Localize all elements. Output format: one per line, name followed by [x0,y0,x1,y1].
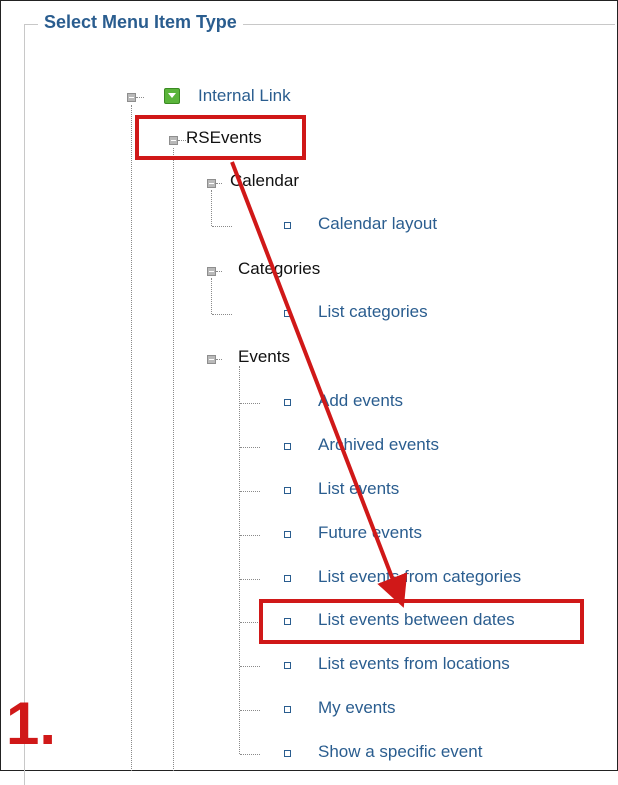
menu-item-future-events[interactable]: Future events [318,523,422,543]
menu-item-list-categories[interactable]: List categories [318,302,428,322]
menu-item-show-a-specific-event[interactable]: Show a specific event [318,742,482,762]
tree-node-calendar[interactable]: Calendar [230,171,299,191]
highlight-box-rsevents [135,115,306,160]
collapse-toggle-internal-link[interactable] [127,93,136,102]
leaf-bullet-icon [284,399,291,406]
tree-node-categories[interactable]: Categories [238,259,320,279]
collapse-toggle-categories[interactable] [207,267,216,276]
leaf-bullet-icon [284,662,291,669]
collapse-toggle-calendar[interactable] [207,179,216,188]
leaf-bullet-icon [284,310,291,317]
leaf-bullet-icon [284,531,291,538]
menu-item-list-events[interactable]: List events [318,479,399,499]
leaf-bullet-icon [284,706,291,713]
menu-item-archived-events[interactable]: Archived events [318,435,439,455]
menu-item-list-events-from-locations[interactable]: List events from locations [318,654,510,674]
step-number-label: 1. [6,690,57,757]
leaf-bullet-icon [284,443,291,450]
leaf-bullet-icon [284,487,291,494]
tree-root-internal-link[interactable]: Internal Link [198,86,291,106]
menu-item-my-events[interactable]: My events [318,698,395,718]
menu-item-add-events[interactable]: Add events [318,391,403,411]
leaf-bullet-icon [284,222,291,229]
menu-item-calendar-layout[interactable]: Calendar layout [318,214,437,234]
collapse-toggle-events[interactable] [207,355,216,364]
menu-item-list-events-from-categories[interactable]: List events from categories [318,567,521,587]
leaf-bullet-icon [284,750,291,757]
tree-node-events[interactable]: Events [238,347,290,367]
internal-link-icon [164,88,180,104]
leaf-bullet-icon [284,575,291,582]
highlight-box-list-events-between-dates [259,599,584,644]
fieldset-legend: Select Menu Item Type [38,12,243,33]
